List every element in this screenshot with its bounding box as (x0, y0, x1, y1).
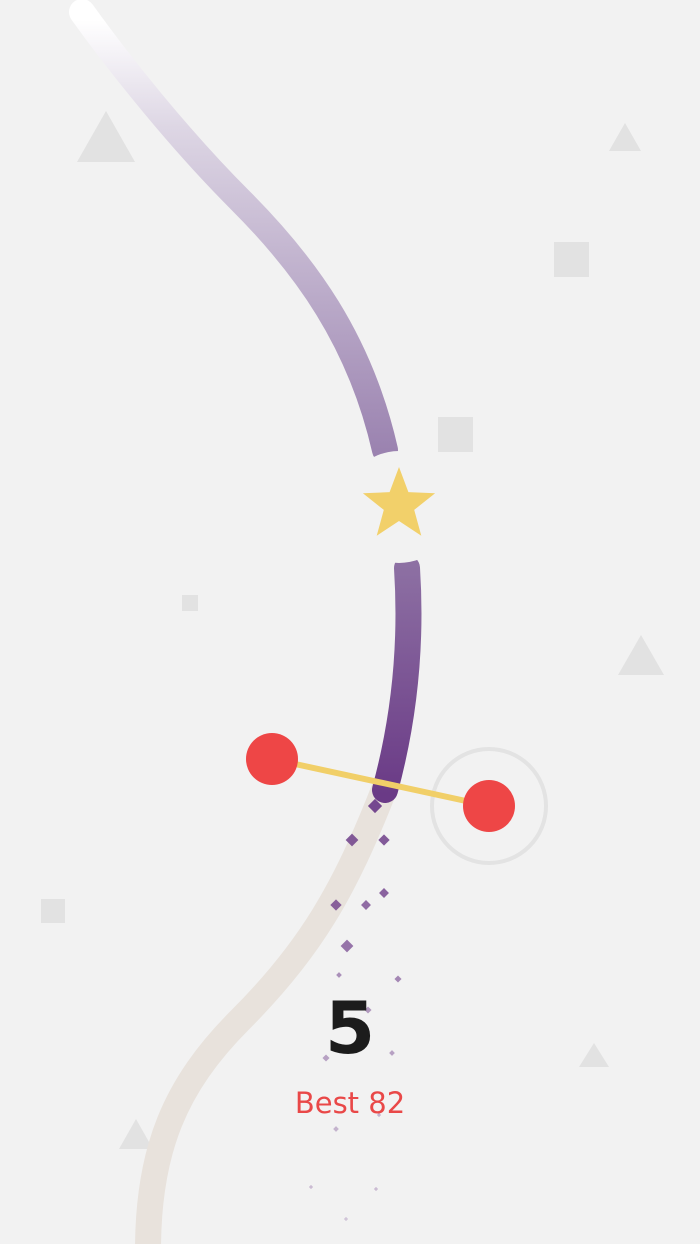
particle (373, 1186, 379, 1192)
square-icon (554, 242, 589, 277)
background-decor (41, 111, 664, 1149)
square-icon (182, 595, 198, 611)
triangle-icon (119, 1119, 153, 1149)
particle (333, 1126, 339, 1132)
square-icon (438, 417, 473, 452)
particle (322, 1054, 330, 1062)
particle (378, 834, 390, 846)
particle (361, 900, 371, 910)
triangle-icon (618, 635, 664, 675)
particle (340, 939, 354, 953)
particle (394, 975, 402, 983)
game-canvas[interactable] (0, 0, 700, 1244)
triangle-icon (609, 123, 641, 151)
particle (336, 972, 342, 978)
particle (389, 1050, 395, 1056)
traveled-path (135, 782, 398, 1244)
player-ball-right[interactable] (463, 780, 515, 832)
particle (364, 1006, 372, 1014)
game-screen[interactable]: 5 Best 82 (0, 0, 700, 1244)
player-ball-left[interactable] (246, 733, 298, 785)
particle (376, 1112, 382, 1118)
upcoming-path-upper (69, 0, 398, 463)
particle (343, 1216, 349, 1222)
triangle-icon (77, 111, 135, 162)
particle (379, 888, 389, 898)
upcoming-path-lower (372, 555, 422, 803)
triangle-icon (579, 1043, 609, 1067)
particle (308, 1184, 314, 1190)
star-icon (343, 451, 455, 563)
square-icon (41, 899, 65, 923)
